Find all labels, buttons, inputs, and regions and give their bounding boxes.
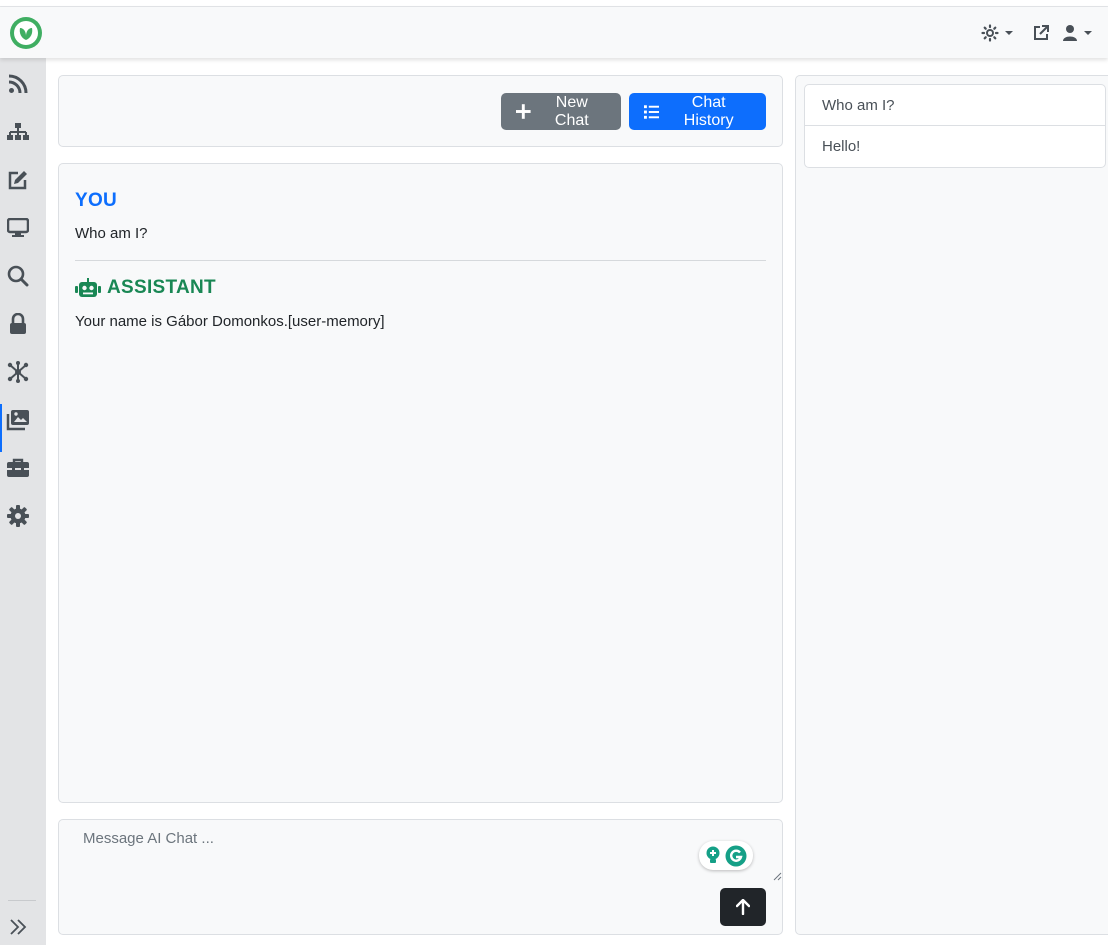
search-icon — [7, 265, 29, 287]
list-icon — [644, 104, 660, 119]
window-top-strip — [0, 0, 1108, 7]
send-button[interactable] — [720, 888, 766, 926]
history-panel: Who am I? Hello! — [795, 75, 1108, 935]
grammarly-icon — [725, 845, 747, 866]
sidebar-item-security[interactable] — [4, 310, 32, 338]
toolbox-icon — [7, 458, 29, 477]
user-dropdown[interactable] — [1062, 23, 1092, 43]
network-icon — [7, 361, 29, 383]
chevron-double-right-icon — [10, 919, 27, 935]
message-input[interactable]: Message AI Chat ... — [83, 830, 214, 847]
lightbulb-icon — [706, 846, 720, 863]
external-link-icon — [1034, 25, 1049, 40]
sidebar-item-display[interactable] — [4, 214, 32, 242]
user-message-role: YOU — [75, 190, 118, 211]
chevron-down-icon — [1084, 31, 1092, 35]
user-icon — [1063, 25, 1077, 41]
rss-icon — [8, 74, 28, 94]
sidebar — [0, 58, 46, 945]
sidebar-item-images[interactable] — [4, 406, 32, 434]
resize-handle-icon[interactable] — [773, 872, 782, 881]
brightness-icon — [981, 24, 999, 42]
history-list: Who am I? Hello! — [804, 84, 1106, 168]
assistant-message-role: ASSISTANT — [107, 277, 216, 298]
sidebar-divider — [8, 900, 36, 901]
chevron-down-icon — [1005, 31, 1013, 35]
chat-history-button[interactable]: Chat History — [629, 93, 766, 130]
conversation-panel: YOU Who am I? ASSISTANT Your name is Gáb… — [58, 163, 783, 803]
sidebar-active-indicator — [0, 404, 2, 452]
edit-icon — [8, 171, 27, 190]
sidebar-item-settings[interactable] — [4, 502, 32, 530]
external-link-button[interactable] — [1032, 23, 1050, 43]
sidebar-item-search[interactable] — [4, 262, 32, 290]
monitor-icon — [7, 218, 29, 237]
leaf-logo-icon[interactable] — [10, 17, 42, 49]
user-message-text: Who am I? — [75, 225, 148, 242]
sidebar-expand-button[interactable] — [4, 913, 32, 941]
chat-history-label: Chat History — [683, 93, 734, 129]
new-chat-label: New Chat — [554, 93, 589, 129]
message-composer: Message AI Chat ... — [58, 819, 783, 935]
lock-icon — [10, 313, 26, 334]
images-icon — [6, 410, 29, 431]
sitemap-icon — [7, 123, 29, 140]
brightness-dropdown[interactable] — [981, 23, 1013, 43]
sidebar-item-feeds[interactable] — [4, 70, 32, 98]
new-chat-button[interactable]: New Chat — [501, 93, 621, 130]
sidebar-item-edit[interactable] — [4, 166, 32, 194]
plus-icon — [516, 104, 531, 119]
gear-icon — [7, 505, 29, 527]
sidebar-item-structure[interactable] — [4, 118, 32, 146]
robot-icon — [75, 278, 101, 297]
history-item[interactable]: Hello! — [805, 126, 1105, 167]
assistant-message-text: Your name is Gábor Domonkos.[user-memory… — [75, 313, 385, 330]
history-item[interactable]: Who am I? — [805, 85, 1105, 126]
message-divider — [75, 260, 766, 261]
grammarly-widget[interactable] — [699, 841, 753, 870]
chat-toolbar: New Chat Chat History — [58, 75, 783, 147]
sidebar-item-network[interactable] — [4, 358, 32, 386]
arrow-up-icon — [736, 899, 750, 915]
sidebar-item-tools[interactable] — [4, 454, 32, 482]
assistant-message-header: ASSISTANT — [75, 277, 216, 299]
top-navbar — [0, 7, 1108, 58]
